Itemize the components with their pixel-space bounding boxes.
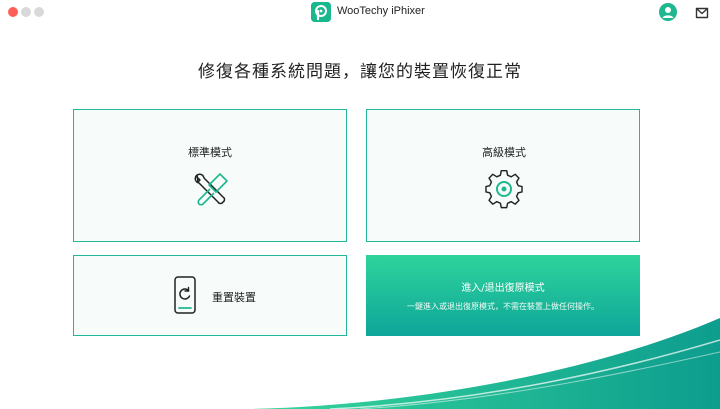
mail-icon[interactable] [695, 5, 709, 19]
standard-mode-card[interactable]: 標準模式 [73, 109, 347, 242]
app-logo-icon [311, 2, 331, 22]
window-close-button[interactable] [8, 7, 18, 17]
reset-device-label: 重置裝置 [212, 291, 256, 304]
app-title: WooTechy iPhixer [337, 5, 425, 17]
reset-device-card[interactable]: 重置裝置 [73, 255, 347, 336]
recovery-mode-title: 進入/退出復原模式 [461, 283, 545, 294]
phone-reset-icon [173, 276, 197, 318]
enter-exit-recovery-mode-card[interactable]: 進入/退出復原模式 一鍵進入或退出復原模式，不需在裝置上做任何操作。 [366, 255, 640, 336]
advanced-mode-label: 高級模式 [482, 146, 526, 159]
window-minimize-button[interactable] [21, 7, 31, 17]
recovery-mode-description: 一鍵進入或退出復原模式，不需在裝置上做任何操作。 [407, 302, 599, 311]
user-avatar-icon[interactable] [659, 3, 677, 21]
title-bar: WooTechy iPhixer [0, 0, 720, 25]
page-headline: 修復各種系統問題，讓您的裝置恢復正常 [198, 62, 522, 82]
standard-mode-label: 標準模式 [188, 146, 232, 159]
wrench-screwdriver-icon [192, 171, 230, 213]
window-zoom-button[interactable] [34, 7, 44, 17]
gear-icon [484, 169, 524, 213]
advanced-mode-card[interactable]: 高級模式 [366, 109, 640, 242]
